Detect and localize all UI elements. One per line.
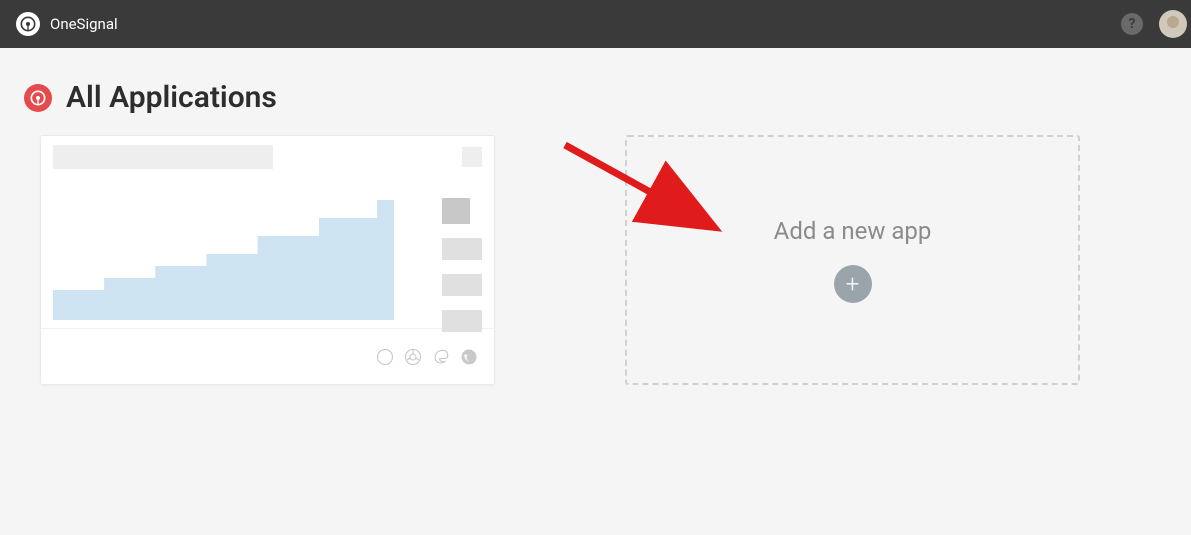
app-card[interactable] (40, 135, 495, 385)
avatar[interactable] (1159, 10, 1187, 38)
page-header: All Applications (0, 48, 1191, 135)
brand-area[interactable]: OneSignal (16, 12, 118, 36)
app-card-body (41, 178, 494, 328)
safari-icon (376, 348, 394, 366)
brand-text: OneSignal (50, 15, 118, 33)
onesignal-logo-icon (16, 12, 40, 36)
blurred-app-title (53, 145, 273, 169)
signal-icon (20, 16, 36, 32)
blurred-chart (53, 200, 394, 320)
firefox-icon (460, 348, 478, 366)
help-glyph: ? (1129, 16, 1136, 32)
add-app-button[interactable]: Add a new app + (625, 135, 1080, 385)
add-app-title: Add a new app (774, 217, 932, 245)
page-title: All Applications (66, 80, 277, 115)
app-card-footer (41, 328, 494, 384)
help-icon[interactable]: ? (1121, 13, 1143, 35)
app-card-header (41, 136, 494, 178)
apps-header-icon (24, 84, 52, 112)
topbar-right: ? (1121, 10, 1175, 38)
topbar: OneSignal ? (0, 0, 1191, 48)
main-content: Add a new app + (0, 135, 1191, 385)
blurred-stats (442, 198, 482, 332)
edge-icon (432, 348, 450, 366)
chrome-icon (404, 348, 422, 366)
signal-icon (30, 90, 46, 106)
plus-icon: + (834, 265, 872, 303)
blurred-block (462, 147, 482, 167)
